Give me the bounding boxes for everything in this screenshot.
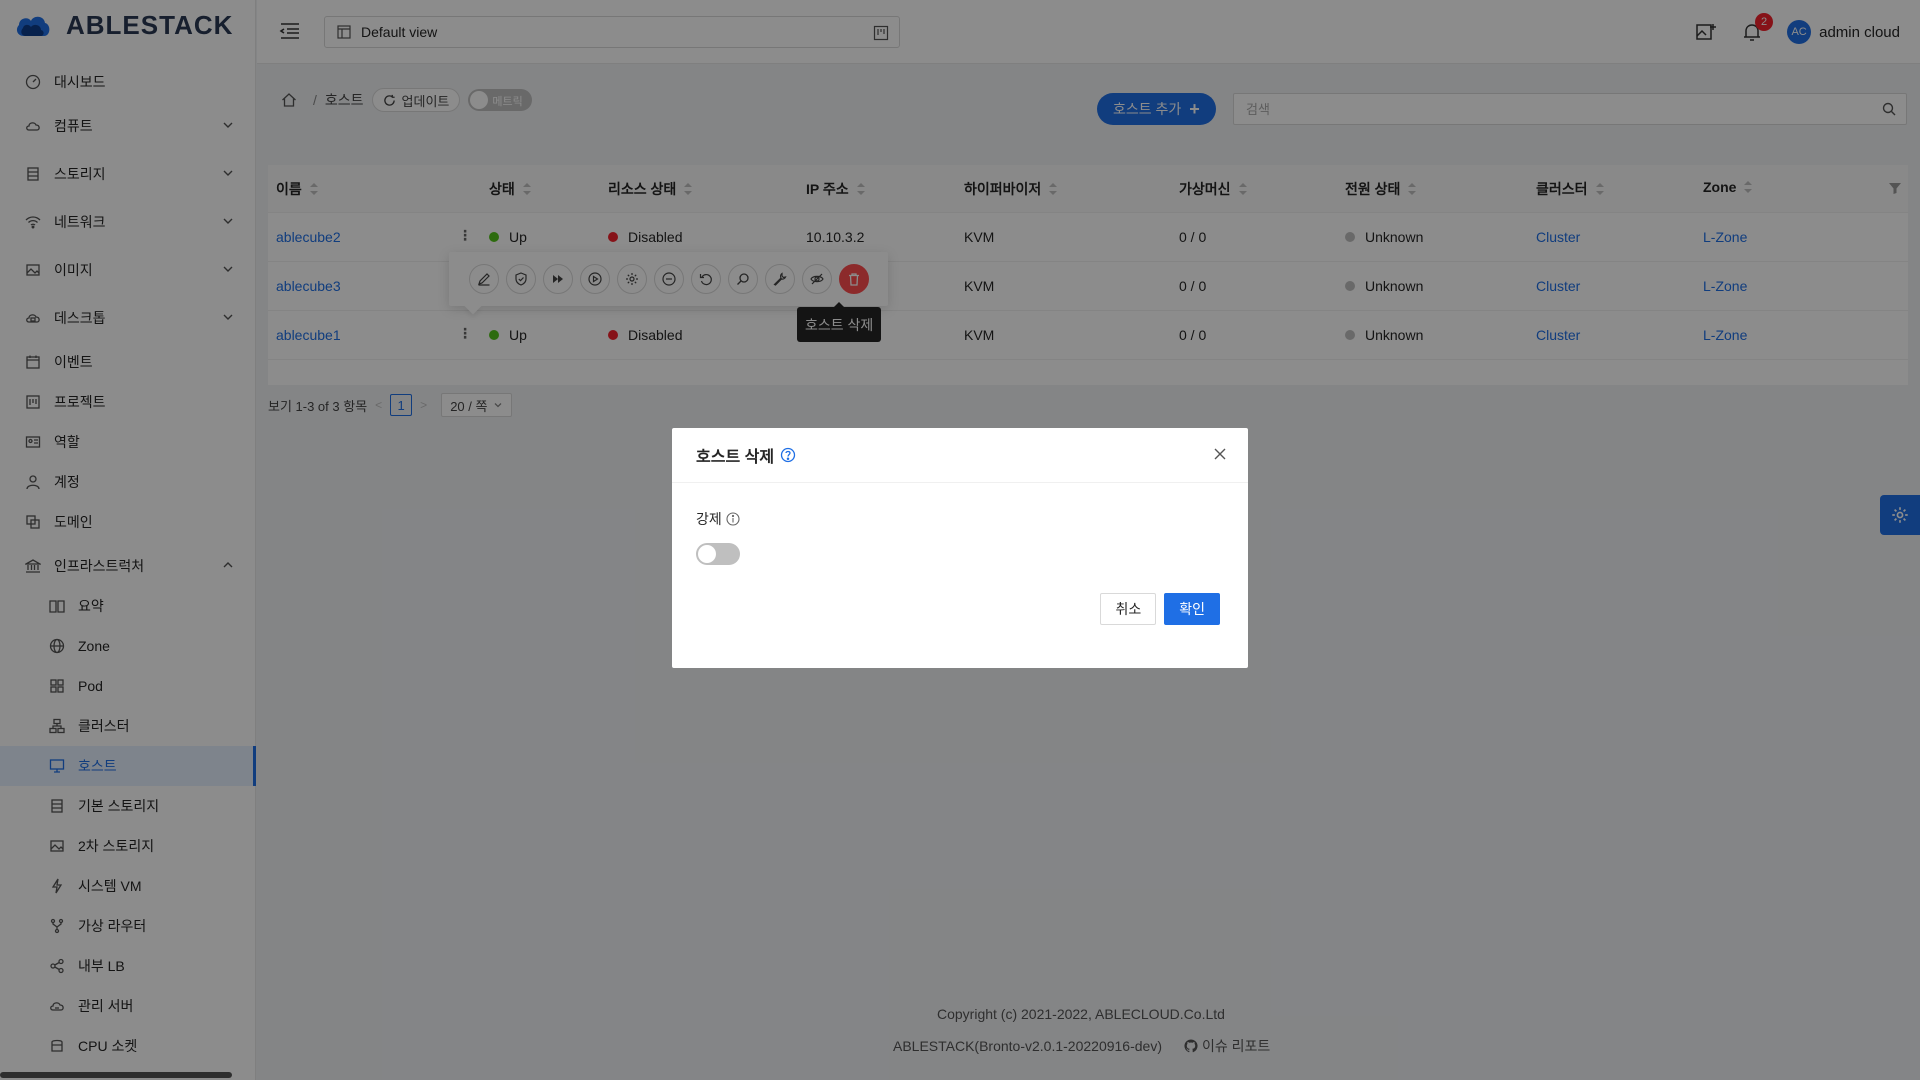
force-field-label: 강제 <box>696 509 1224 529</box>
ok-button[interactable]: 확인 <box>1164 593 1220 625</box>
cancel-button[interactable]: 취소 <box>1100 593 1157 625</box>
question-circle-icon[interactable] <box>780 447 796 463</box>
force-label-text: 강제 <box>696 511 722 527</box>
modal-body: 강제 취소 확인 <box>672 483 1248 668</box>
modal-title: 호스트 삭제 <box>696 449 775 466</box>
modal-footer: 취소 확인 <box>1100 593 1220 625</box>
force-toggle[interactable] <box>696 543 740 565</box>
close-icon[interactable] <box>1212 446 1228 462</box>
modal-header: 호스트 삭제 <box>672 428 1248 483</box>
info-circle-icon[interactable] <box>726 512 740 526</box>
delete-host-modal: 호스트 삭제 강제 취소 확인 <box>672 428 1248 668</box>
force-toggle-knob <box>698 545 716 563</box>
